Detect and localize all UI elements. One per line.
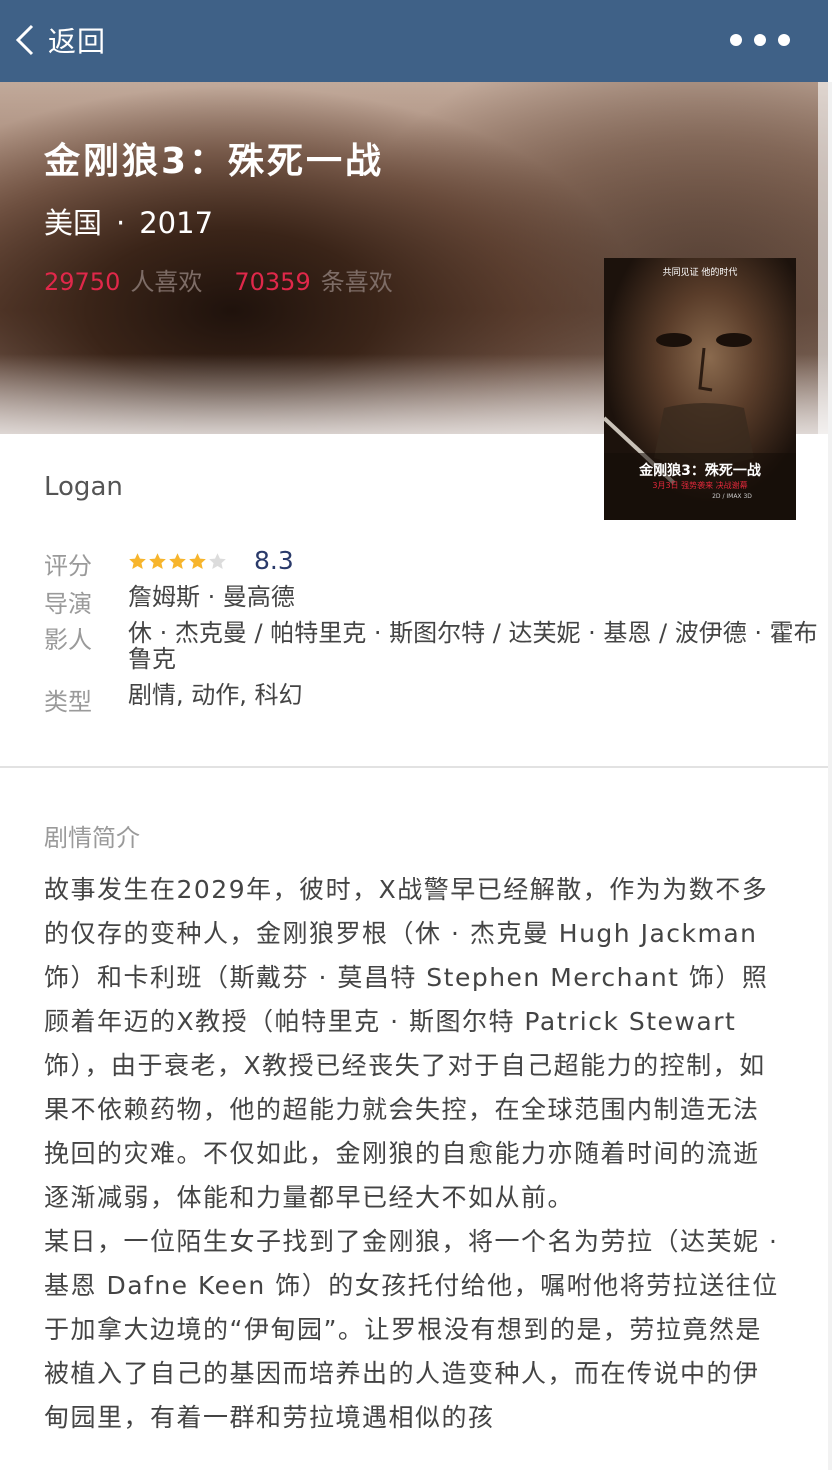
chevron-left-icon [15,24,34,56]
poster-image: 共同见证 他的时代 金刚狼3：殊死一战 3月3日 强势袭来 决战谢幕 2D / … [604,258,796,520]
people-likes-label: 人喜欢 [130,268,203,296]
synopsis-text: 故事发生在2029年，彼时，X战警早已经解散，作为为数不多的仅存的变种人，金刚狼… [44,875,779,1432]
movie-year: 2017 [139,206,214,240]
back-button[interactable]: 返回 [12,18,106,62]
likes-stats: 29750 人喜欢 70359 条喜欢 [44,262,393,297]
director-row: 导演 詹姆斯 · 曼高德 [44,584,804,618]
poster-tagline: 共同见证 他的时代 [663,266,738,278]
more-dots-icon[interactable] [730,28,790,52]
genre-value: 剧情, 动作, 科幻 [128,681,303,709]
rating-stars [128,552,227,571]
rating-row: 评分 8.3 [44,546,744,580]
director-label: 导演 [44,590,92,618]
dot [730,34,742,46]
section-divider [0,766,828,768]
movie-poster[interactable]: 共同见证 他的时代 金刚狼3：殊死一战 3月3日 强势袭来 决战谢幕 2D / … [604,258,796,520]
original-title: Logan [44,472,123,502]
poster-format: 2D / IMAX 3D [712,493,752,500]
rating-value: 8.3 [254,546,294,575]
poster-title: 金刚狼3：殊死一战 [638,462,761,479]
dot [778,34,790,46]
synopsis-title: 剧情简介 [44,824,140,852]
rating-label: 评分 [44,552,92,580]
back-label: 返回 [48,25,107,58]
people-likes-count: 29750 [44,268,121,296]
likes-count: 70359 [234,268,311,296]
movie-country: 美国 [44,206,103,240]
movie-meta: 美国 · 2017 [44,200,213,242]
dot [754,34,766,46]
star-empty-icon [209,553,226,570]
genre-label: 类型 [44,688,92,716]
star-filled-icon [149,553,166,570]
hero-side [818,82,828,434]
director-value[interactable]: 詹姆斯 · 曼高德 [128,584,828,610]
cast-row: 影人 休 · 杰克曼 / 帕特里克 · 斯图尔特 / 达芙妮 · 基恩 / 波伊… [44,620,828,676]
movie-title: 金刚狼3：殊死一战 [44,141,385,182]
genre-row: 类型 剧情, 动作, 科幻 [44,682,804,716]
meta-separator: · [116,206,126,240]
cast-value[interactable]: 休 · 杰克曼 / 帕特里克 · 斯图尔特 / 达芙妮 · 基恩 / 波伊德 ·… [128,620,828,672]
star-filled-icon [169,553,186,570]
nav-bar: 返回 [0,0,828,82]
cast-label: 影人 [44,626,92,654]
star-filled-icon [129,553,146,570]
page-edge [828,82,832,1470]
poster-release: 3月3日 强势袭来 决战谢幕 [652,480,747,490]
star-filled-icon [189,553,206,570]
likes-label: 条喜欢 [320,268,393,296]
